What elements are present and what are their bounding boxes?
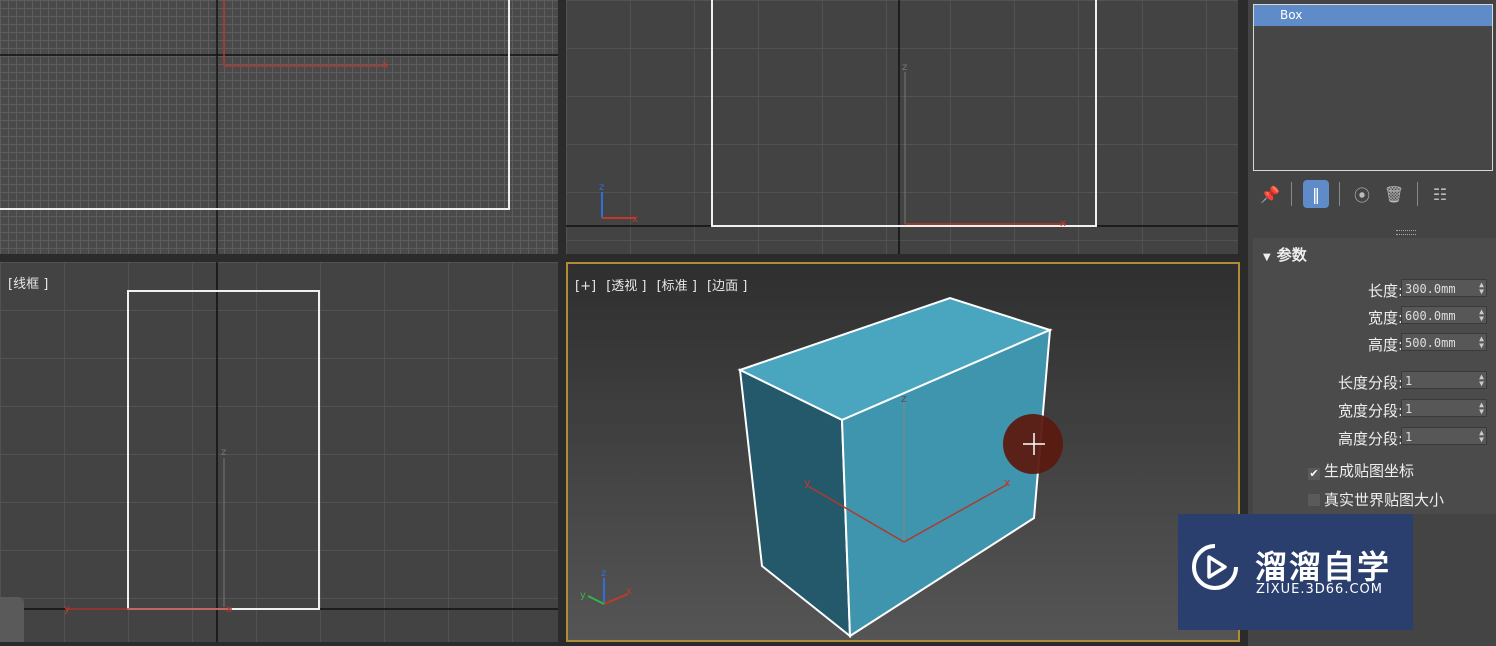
modifier-stack-toolbar: 📌 ‖ ⦿ 🗑 ☷ bbox=[1253, 178, 1491, 212]
viewport-left[interactable]: [线框 ] z x y bbox=[0, 262, 558, 642]
svg-text:z: z bbox=[221, 447, 226, 458]
watermark-subtitle: ZIXUE.3D66.COM bbox=[1256, 582, 1383, 597]
width-segs-label: 宽度分段: bbox=[1337, 402, 1403, 420]
spinner-icon[interactable]: ▲ ▼ bbox=[1479, 308, 1484, 323]
height-row: 高度: 500.0mm ▲ ▼ bbox=[1253, 332, 1496, 354]
length-segs-label: 长度分段: bbox=[1337, 374, 1403, 392]
height-segs-input[interactable]: 1 ▲ ▼ bbox=[1401, 427, 1487, 445]
length-label: 长度: bbox=[1367, 282, 1403, 300]
top-view-geometry: x bbox=[0, 0, 558, 254]
box-3d: z y x z x y bbox=[580, 296, 1063, 639]
gen-mapping-coords-checkbox[interactable]: ✔ 生成贴图坐标 bbox=[1308, 460, 1414, 481]
svg-text:z: z bbox=[599, 182, 604, 193]
width-segs-input[interactable]: 1 ▲ ▼ bbox=[1401, 399, 1487, 417]
viewport-top[interactable]: x bbox=[0, 0, 558, 254]
checkmark-icon[interactable]: ✔ bbox=[1308, 468, 1320, 480]
toolbar-separator bbox=[1417, 182, 1418, 206]
play-logo-icon bbox=[1192, 544, 1238, 590]
make-unique-icon[interactable]: ⦿ bbox=[1349, 180, 1375, 208]
remove-modifier-icon[interactable]: 🗑 bbox=[1381, 180, 1407, 208]
svg-text:y: y bbox=[64, 604, 70, 615]
axis-x-label: x bbox=[382, 59, 388, 70]
toolbar-separator bbox=[1291, 182, 1292, 206]
width-segs-row: 宽度分段: 1 ▲ ▼ bbox=[1253, 398, 1496, 420]
axis-x-label: x bbox=[1060, 218, 1066, 229]
svg-text:x: x bbox=[226, 604, 232, 615]
length-input[interactable]: 300.0mm ▲ ▼ bbox=[1401, 279, 1487, 297]
viewport-corner-tab[interactable] bbox=[0, 597, 24, 642]
modifier-stack-list[interactable]: Box bbox=[1253, 4, 1493, 171]
modifier-stack-item[interactable]: Box bbox=[1254, 5, 1492, 26]
length-segs-row: 长度分段: 1 ▲ ▼ bbox=[1253, 370, 1496, 392]
height-input[interactable]: 500.0mm ▲ ▼ bbox=[1401, 333, 1487, 351]
pin-icon[interactable]: 📌 bbox=[1257, 180, 1283, 208]
real-world-map-size-checkbox[interactable]: 真实世界贴图大小 bbox=[1308, 489, 1444, 510]
axis-z-label: z bbox=[902, 62, 907, 73]
toolbar-separator bbox=[1339, 182, 1340, 206]
width-input[interactable]: 600.0mm ▲ ▼ bbox=[1401, 306, 1487, 324]
box-outline bbox=[711, 0, 1097, 227]
spinner-icon[interactable]: ▲ ▼ bbox=[1479, 335, 1484, 350]
svg-text:x: x bbox=[626, 586, 632, 597]
viewport-front[interactable]: z x z x bbox=[566, 0, 1238, 254]
viewport-perspective[interactable]: [+] [透视 ] [标准 ] [边面 ] z y x z x y bbox=[566, 262, 1240, 642]
height-segs-label: 高度分段: bbox=[1337, 430, 1403, 448]
svg-text:x: x bbox=[1004, 476, 1011, 489]
length-segs-input[interactable]: 1 ▲ ▼ bbox=[1401, 371, 1487, 389]
rollout-resize-handle[interactable] bbox=[1396, 230, 1416, 235]
spinner-icon[interactable]: ▲ ▼ bbox=[1479, 429, 1484, 444]
svg-text:z: z bbox=[601, 568, 606, 579]
configure-sets-icon[interactable]: ☷ bbox=[1427, 180, 1453, 208]
spinner-icon[interactable]: ▲ ▼ bbox=[1479, 373, 1484, 388]
height-segs-row: 高度分段: 1 ▲ ▼ bbox=[1253, 426, 1496, 448]
watermark: 溜溜自学 ZIXUE.3D66.COM bbox=[1178, 514, 1413, 630]
length-row: 长度: 300.0mm ▲ ▼ bbox=[1253, 278, 1496, 300]
height-label: 高度: bbox=[1367, 336, 1403, 354]
box-outline bbox=[0, 0, 510, 210]
rollout-title[interactable]: ▼ 参数 bbox=[1263, 244, 1307, 265]
svg-text:y: y bbox=[804, 476, 811, 489]
parameters-rollout: ▼ 参数 长度: 300.0mm ▲ ▼ 宽度: 600.0mm ▲ ▼ 高度: 500.… bbox=[1253, 238, 1496, 514]
spinner-icon[interactable]: ▲ ▼ bbox=[1479, 401, 1484, 416]
width-label: 宽度: bbox=[1367, 309, 1403, 327]
spinner-icon[interactable]: ▲ ▼ bbox=[1479, 281, 1484, 296]
collapse-triangle-icon[interactable]: ▼ bbox=[1263, 252, 1271, 263]
checkbox-icon[interactable] bbox=[1308, 494, 1320, 506]
svg-text:x: x bbox=[632, 214, 638, 225]
svg-text:y: y bbox=[580, 590, 586, 601]
svg-text:z: z bbox=[901, 392, 907, 405]
width-row: 宽度: 600.0mm ▲ ▼ bbox=[1253, 305, 1496, 327]
show-end-result-icon[interactable]: ‖ bbox=[1303, 180, 1329, 208]
